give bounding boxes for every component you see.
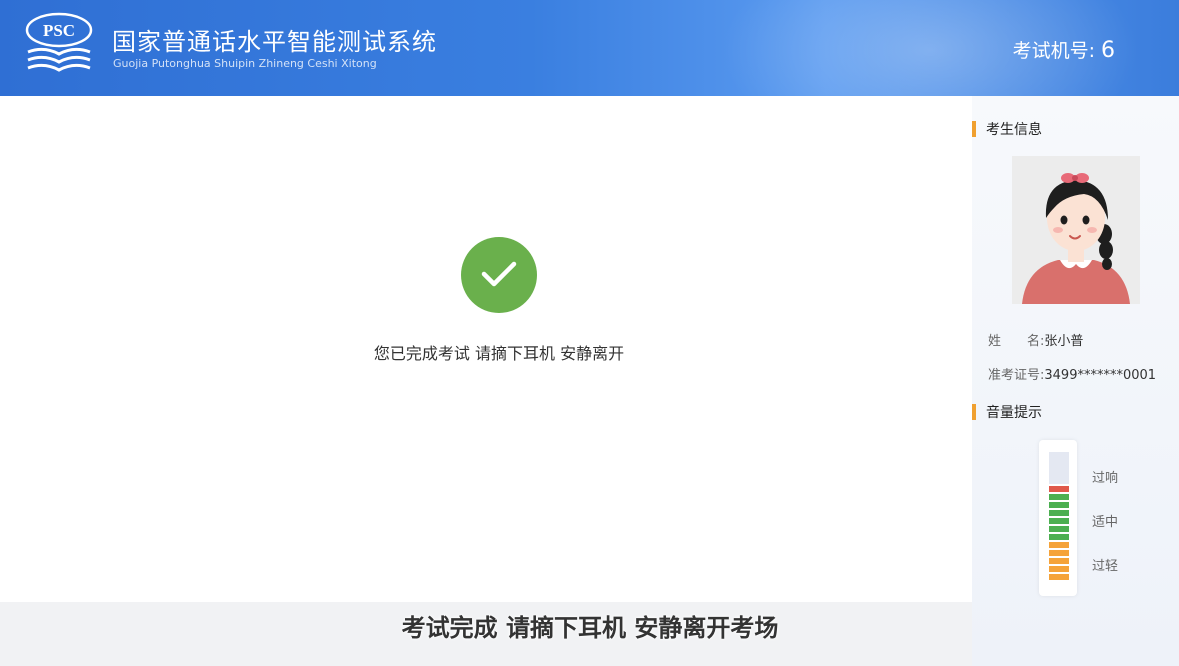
meter-segment-green <box>1049 526 1069 532</box>
meter-segment-orange <box>1049 558 1069 564</box>
meter-segment-green <box>1049 518 1069 524</box>
meter-segment-green <box>1049 534 1069 540</box>
success-check-icon <box>461 237 537 313</box>
candidate-info-title: 考生信息 <box>972 119 1042 139</box>
psc-logo-icon: PSC <box>25 12 93 72</box>
meter-segment-green <box>1049 502 1069 508</box>
meter-segment-orange <box>1049 550 1069 556</box>
ticket-number: 3499*******0001 <box>1044 368 1157 383</box>
app-title-pinyin: Guojia Putonghua Shuipin Zhineng Ceshi X… <box>113 57 377 70</box>
meter-segment-orange <box>1049 566 1069 572</box>
subtitle-bar: 考试完成 请摘下耳机 安静离开考场 <box>0 602 972 666</box>
meter-empty-zone <box>1049 452 1069 484</box>
meter-segment-green <box>1049 510 1069 516</box>
app-header: PSC 国家普通话水平智能测试系统 Guojia Putonghua Shuip… <box>0 0 1179 96</box>
meter-segment-orange <box>1049 574 1069 580</box>
volume-hint-title: 音量提示 <box>972 402 1042 422</box>
ticket-label: 准考证号: <box>988 368 1045 383</box>
meter-segment-orange <box>1049 542 1069 548</box>
app-title: 国家普通话水平智能测试系统 <box>112 28 437 56</box>
candidate-photo <box>1012 156 1140 304</box>
meter-segment-green <box>1049 494 1069 500</box>
machine-number-label: 考试机号: <box>1012 40 1095 62</box>
meter-segment-red <box>1049 486 1069 492</box>
volume-too-loud-label: 过响 <box>1092 471 1119 486</box>
svg-text:PSC: PSC <box>43 21 75 40</box>
sidebar: 考生信息 姓 名:张小普 准考证号:3499*******0001 音量提示 过… <box>972 96 1179 666</box>
completion-message: 您已完成考试 请摘下耳机 安静离开 <box>373 344 625 363</box>
volume-meter <box>1039 440 1077 596</box>
candidate-name-row: 姓 名:张小普 <box>988 330 1083 349</box>
volume-moderate-label: 适中 <box>1092 515 1119 530</box>
name-label: 姓 名: <box>988 334 1045 349</box>
machine-number-display: 考试机号: 6 <box>1013 36 1115 63</box>
machine-number-value: 6 <box>1101 38 1115 63</box>
main-content: 您已完成考试 请摘下耳机 安静离开 <box>0 96 972 602</box>
ticket-number-row: 准考证号:3499*******0001 <box>988 364 1156 383</box>
volume-too-quiet-label: 过轻 <box>1092 559 1119 574</box>
candidate-name: 张小普 <box>1044 334 1084 349</box>
